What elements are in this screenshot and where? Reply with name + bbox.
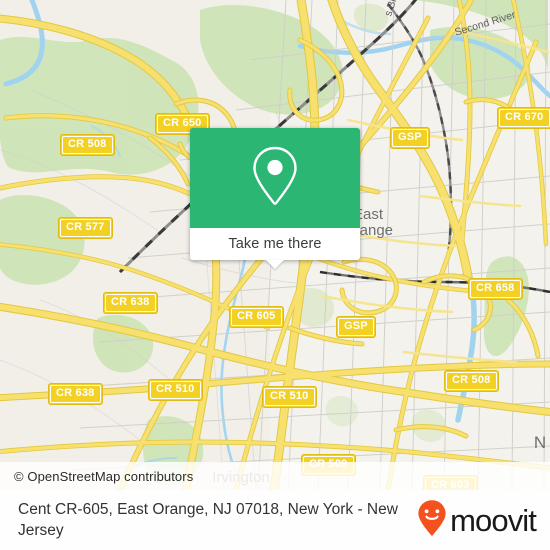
map-canvas[interactable]: East Orange Irvington N Second River s B… xyxy=(0,0,550,490)
shield-label: CR 605 xyxy=(231,308,282,326)
shield-cr-510-east[interactable]: CR 510 xyxy=(262,386,317,408)
shield-label: CR 510 xyxy=(150,381,201,399)
take-me-there-label: Take me there xyxy=(228,236,322,252)
shield-cr-508-se[interactable]: CR 508 xyxy=(444,370,499,392)
shield-label: CR 638 xyxy=(105,294,156,312)
card-icon-panel xyxy=(190,128,360,228)
card-pointer-triangle xyxy=(266,260,284,269)
moovit-wordmark: moovit xyxy=(450,502,537,538)
footer-bar: Cent CR-605, East Orange, NJ 07018, New … xyxy=(0,490,550,550)
destination-popup-card[interactable]: Take me there xyxy=(190,128,360,269)
map-screenshot-root: East Orange Irvington N Second River s B… xyxy=(0,0,550,550)
moovit-smiling-pin-icon xyxy=(417,499,447,542)
location-title: Cent CR-605, East Orange, NJ 07018, New … xyxy=(18,501,398,539)
shield-gsp-north[interactable]: GSP xyxy=(390,127,430,149)
shield-label: CR 510 xyxy=(264,388,315,406)
shield-cr-510-west[interactable]: CR 510 xyxy=(148,379,203,401)
shield-label: CR 508 xyxy=(62,136,113,154)
shield-label: GSP xyxy=(392,129,428,147)
shield-cr-670[interactable]: CR 670 xyxy=(497,107,550,129)
openstreetmap-attribution[interactable]: © OpenStreetMap contributors xyxy=(0,469,193,484)
map-attribution-bar: © OpenStreetMap contributors xyxy=(0,462,550,490)
shield-label: CR 658 xyxy=(470,280,521,298)
shield-cr-577[interactable]: CR 577 xyxy=(58,217,113,239)
shield-label: CR 638 xyxy=(50,385,101,403)
shield-label: CR 670 xyxy=(499,109,550,127)
map-pin-icon xyxy=(250,145,300,212)
shield-label: GSP xyxy=(338,318,374,336)
shield-label: CR 577 xyxy=(60,219,111,237)
shield-cr-508-nw[interactable]: CR 508 xyxy=(60,134,115,156)
shield-label: CR 508 xyxy=(446,372,497,390)
shield-cr-658[interactable]: CR 658 xyxy=(468,278,523,300)
moovit-brand[interactable]: moovit xyxy=(417,499,537,542)
card-cta-panel[interactable]: Take me there xyxy=(190,228,360,260)
shield-cr-638-sw[interactable]: CR 638 xyxy=(48,383,103,405)
shield-gsp-mid[interactable]: GSP xyxy=(336,316,376,338)
shield-cr-605[interactable]: CR 605 xyxy=(229,306,284,328)
shield-cr-638-mid[interactable]: CR 638 xyxy=(103,292,158,314)
